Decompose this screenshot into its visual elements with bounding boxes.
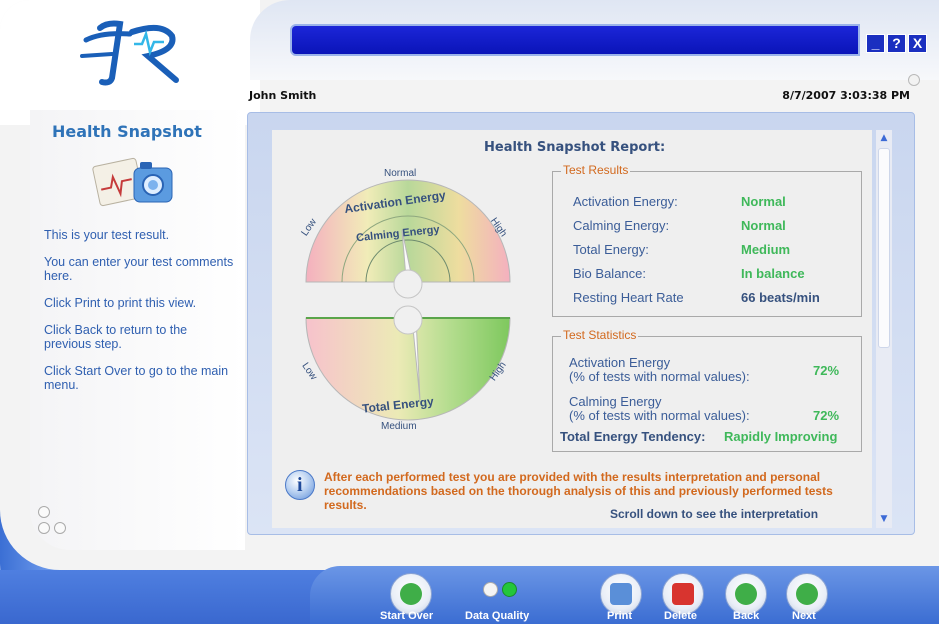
tendency-value: Rapidly Improving (724, 429, 838, 444)
stat-value: 72% (813, 363, 840, 378)
help-line: Click Start Over to go to the main menu. (44, 364, 229, 392)
arrow-left-icon (735, 583, 757, 605)
back-label: Back (733, 610, 760, 622)
result-value: Normal (741, 218, 786, 233)
scroll-down-icon[interactable]: ▼ (879, 514, 889, 524)
info-text: After each performed test you are provid… (324, 470, 833, 512)
data-quality-label: Data Quality (465, 610, 530, 622)
title-strip (290, 24, 860, 56)
next-label: Next (792, 610, 816, 622)
bottom-bar-left (0, 570, 340, 624)
stat-sublabel: (% of tests with normal values): (569, 408, 750, 423)
window-controls: _ ? X (866, 34, 927, 53)
back-button[interactable] (725, 573, 767, 615)
datetime: 8/7/2007 3:03:38 PM (782, 89, 910, 102)
result-value: In balance (741, 266, 805, 281)
sidebar-title: Health Snapshot (52, 122, 202, 141)
result-label: Resting Heart Rate (573, 290, 684, 305)
data-quality-dot-green (502, 582, 517, 597)
window-dot-icon (908, 74, 920, 86)
scroll-hint: Scroll down to see the interpretation (610, 507, 819, 521)
result-label: Total Energy: (573, 242, 649, 257)
printer-icon (610, 583, 632, 605)
gauge-label-normal: Normal (384, 168, 417, 179)
stat-label: Activation Energy (569, 355, 671, 370)
help-line: This is your test result. (44, 228, 170, 242)
test-results-title: Test Results (561, 163, 631, 177)
result-label: Bio Balance: (573, 266, 646, 281)
next-button[interactable] (786, 573, 828, 615)
health-snapshot-icon (92, 157, 173, 207)
close-button[interactable]: X (908, 34, 927, 53)
stat-value: 72% (813, 408, 840, 423)
report-title: Health Snapshot Report: (484, 140, 666, 155)
test-statistics-title: Test Statistics (561, 328, 639, 342)
result-value: Normal (741, 194, 786, 209)
stat-label: Calming Energy (569, 394, 662, 409)
help-line: Click Print to print this view. (44, 296, 197, 310)
arrow-right-icon (796, 583, 818, 605)
help-line: You can enter your test comments here. (44, 255, 234, 283)
delete-label: Delete (664, 610, 698, 622)
minimize-button[interactable]: _ (866, 34, 885, 53)
print-label: Print (607, 610, 633, 622)
refresh-icon (400, 583, 422, 605)
data-quality-dot-white (483, 582, 498, 597)
start-over-label: Start Over (380, 610, 434, 622)
info-icon: i (285, 470, 315, 500)
delete-icon (672, 583, 694, 605)
help-text: This is your test result. You can enter … (44, 228, 234, 405)
result-label: Calming Energy: (573, 218, 670, 233)
print-button[interactable] (600, 573, 642, 615)
stat-sublabel: (% of tests with normal values): (569, 369, 750, 384)
gauge-label-medium: Medium (381, 421, 417, 432)
help-line: Click Back to return to the previous ste… (44, 323, 188, 351)
user-name: John Smith (249, 89, 317, 102)
delete-button[interactable] (662, 573, 704, 615)
result-label: Activation Energy: (573, 194, 678, 209)
result-value: 66 beats/min (741, 290, 820, 305)
app-logo (80, 20, 179, 86)
result-value: Medium (741, 242, 791, 257)
scroll-up-icon[interactable]: ▲ (879, 133, 889, 143)
help-button[interactable]: ? (887, 34, 906, 53)
scroll-thumb[interactable] (878, 148, 890, 348)
start-over-button[interactable] (390, 573, 432, 615)
report-scrollbar[interactable]: ▲ ▼ (876, 130, 892, 528)
tendency-label: Total Energy Tendency: (560, 429, 706, 444)
